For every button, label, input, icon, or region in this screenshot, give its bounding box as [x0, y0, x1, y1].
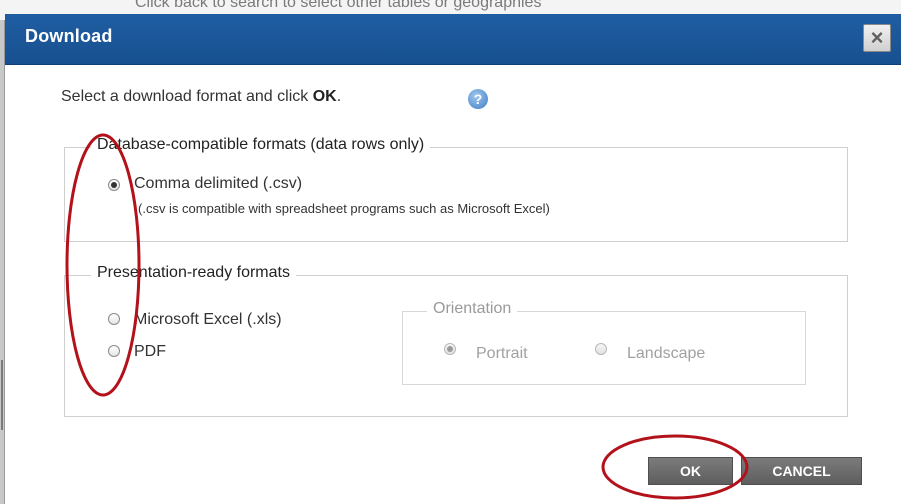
database-formats-legend: Database-compatible formats (data rows o… [91, 136, 431, 154]
presentation-formats-legend: Presentation-ready formats [91, 264, 296, 282]
close-icon[interactable]: × [863, 24, 891, 52]
annotation-overlay [65, 133, 749, 500]
background-text: Click back to search to select other tab… [135, 0, 542, 11]
dialog-title: Download [25, 26, 113, 46]
instruction-ok: OK [312, 88, 337, 105]
option-csv-note: (.csv is compatible with spreadsheet pro… [138, 201, 550, 216]
background-left-edge [0, 20, 5, 504]
option-landscape-label: Landscape [627, 345, 706, 362]
cancel-button[interactable]: CANCEL [741, 457, 862, 485]
option-xls-label[interactable]: Microsoft Excel (.xls) [134, 311, 282, 329]
option-pdf-label[interactable]: PDF [134, 343, 166, 361]
radio-csv[interactable] [108, 179, 120, 191]
instruction-prefix: Select a download format and click [61, 88, 313, 105]
dialog-titlebar: Download × [5, 14, 901, 65]
screenshot: Click back to search to select other tab… [0, 0, 901, 504]
radio-pdf[interactable] [108, 345, 120, 357]
help-icon[interactable]: ? [468, 89, 488, 109]
option-csv-label[interactable]: Comma delimited (.csv) [134, 175, 302, 193]
radio-portrait [444, 343, 456, 355]
instruction-text: Select a download format and click OK. [61, 88, 341, 106]
radio-landscape [595, 343, 607, 355]
ok-button[interactable]: OK [648, 457, 733, 485]
radio-xls[interactable] [108, 313, 120, 325]
instruction-suffix: . [336, 88, 342, 105]
orientation-legend: Orientation [427, 300, 518, 318]
database-formats-group: Database-compatible formats (data rows o… [64, 136, 848, 242]
option-portrait-label: Portrait [476, 345, 528, 362]
